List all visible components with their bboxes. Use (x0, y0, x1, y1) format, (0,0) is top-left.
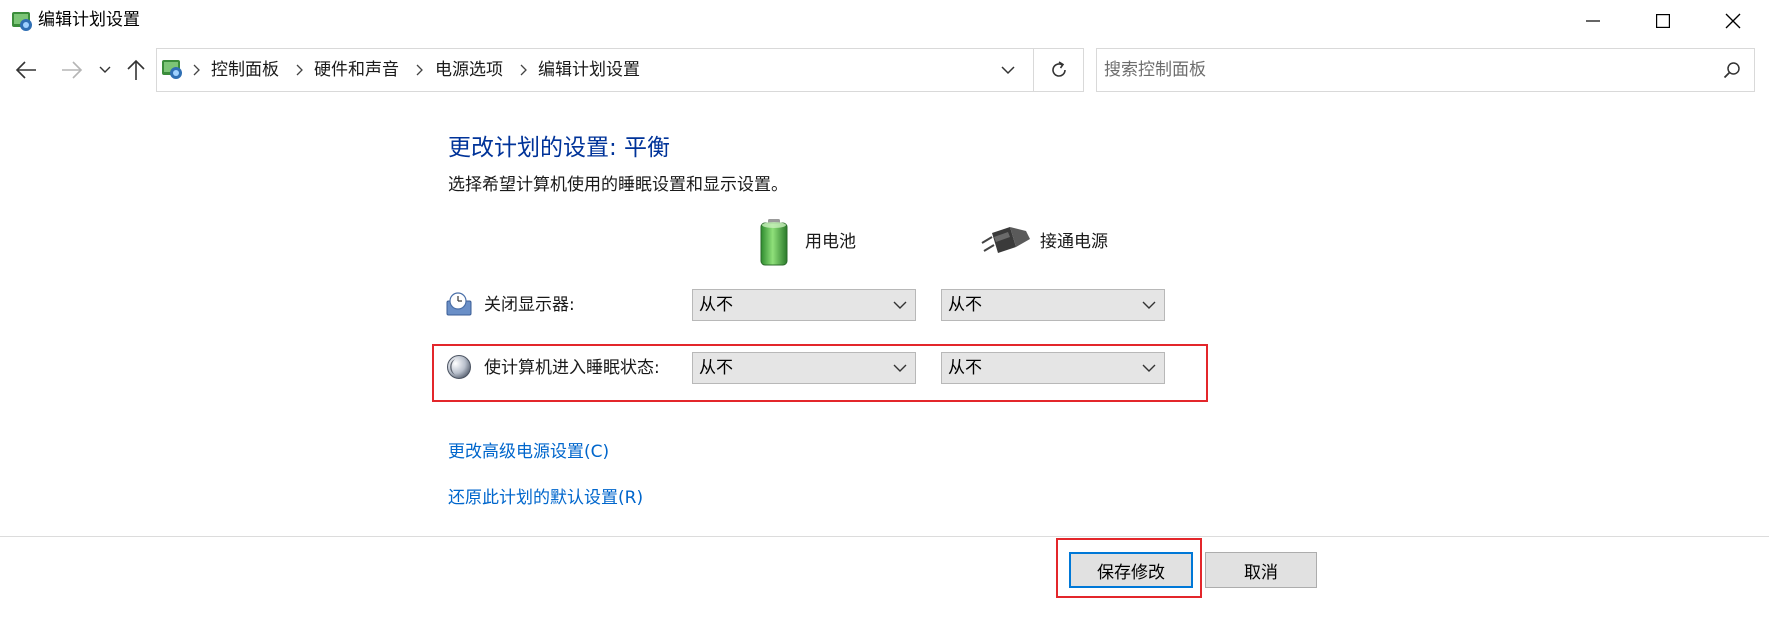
cancel-button[interactable]: 取消 (1205, 552, 1317, 588)
advanced-power-settings-link[interactable]: 更改高级电源设置(C) (448, 440, 609, 464)
search-input[interactable] (1104, 56, 1704, 84)
turn-off-display-label: 关闭显示器: (484, 295, 575, 315)
select-value: 从不 (948, 358, 982, 378)
breadcrumb-control-panel[interactable]: 控制面板 (211, 58, 279, 82)
chevron-right-icon (517, 60, 529, 80)
arrow-up-icon (127, 59, 145, 80)
save-changes-button[interactable]: 保存修改 (1069, 552, 1193, 588)
forward-button[interactable] (56, 54, 88, 86)
minimize-button[interactable] (1558, 0, 1628, 42)
turn-off-display-battery-select[interactable]: 从不 (692, 289, 916, 321)
power-plug-icon (980, 225, 1032, 259)
sleep-plugged-select[interactable]: 从不 (941, 352, 1165, 384)
window-title: 编辑计划设置 (38, 10, 140, 30)
chevron-down-icon (1001, 65, 1015, 74)
sleep-label: 使计算机进入睡眠状态: (484, 358, 660, 378)
chevron-down-icon (1142, 364, 1156, 372)
sleep-battery-select[interactable]: 从不 (692, 352, 916, 384)
title-bar (0, 0, 1769, 42)
breadcrumb-hardware-sound[interactable]: 硬件和声音 (314, 58, 399, 82)
maximize-icon (1656, 14, 1670, 28)
display-timer-icon (446, 291, 472, 317)
chevron-right-icon (293, 60, 305, 80)
chevron-down-icon (1142, 301, 1156, 309)
chevron-right-icon (413, 60, 425, 80)
control-panel-icon (10, 9, 34, 33)
battery-icon (758, 218, 790, 266)
chevron-right-icon (190, 60, 202, 80)
arrow-right-icon (62, 61, 83, 79)
close-button[interactable] (1698, 0, 1768, 42)
battery-column-label: 用电池 (805, 232, 856, 252)
recent-locations-button[interactable] (90, 54, 120, 86)
footer (0, 537, 1769, 622)
arrow-left-icon (15, 61, 36, 79)
select-value: 从不 (699, 295, 733, 315)
restore-defaults-link[interactable]: 还原此计划的默认设置(R) (448, 486, 643, 510)
turn-off-display-plugged-select[interactable]: 从不 (941, 289, 1165, 321)
chevron-down-icon (99, 66, 111, 73)
chevron-down-icon (893, 301, 907, 309)
address-dropdown-button[interactable] (993, 52, 1023, 88)
select-value: 从不 (699, 358, 733, 378)
plugged-in-column-label: 接通电源 (1040, 232, 1108, 252)
breadcrumb-edit-plan[interactable]: 编辑计划设置 (538, 58, 640, 82)
refresh-icon (1051, 61, 1066, 77)
control-panel-icon (160, 57, 184, 81)
close-icon (1725, 13, 1741, 29)
page-subtitle: 选择希望计算机使用的睡眠设置和显示设置。 (448, 175, 788, 195)
page-title: 更改计划的设置: 平衡 (448, 135, 671, 161)
back-button[interactable] (10, 54, 42, 86)
minimize-icon (1586, 20, 1600, 22)
refresh-button[interactable] (1034, 48, 1084, 92)
chevron-down-icon (893, 364, 907, 372)
breadcrumb-power-options[interactable]: 电源选项 (435, 58, 503, 82)
select-value: 从不 (948, 295, 982, 315)
sleep-moon-icon (446, 354, 472, 380)
up-button[interactable] (120, 54, 152, 86)
maximize-button[interactable] (1628, 0, 1698, 42)
search-icon[interactable] (1720, 58, 1744, 82)
